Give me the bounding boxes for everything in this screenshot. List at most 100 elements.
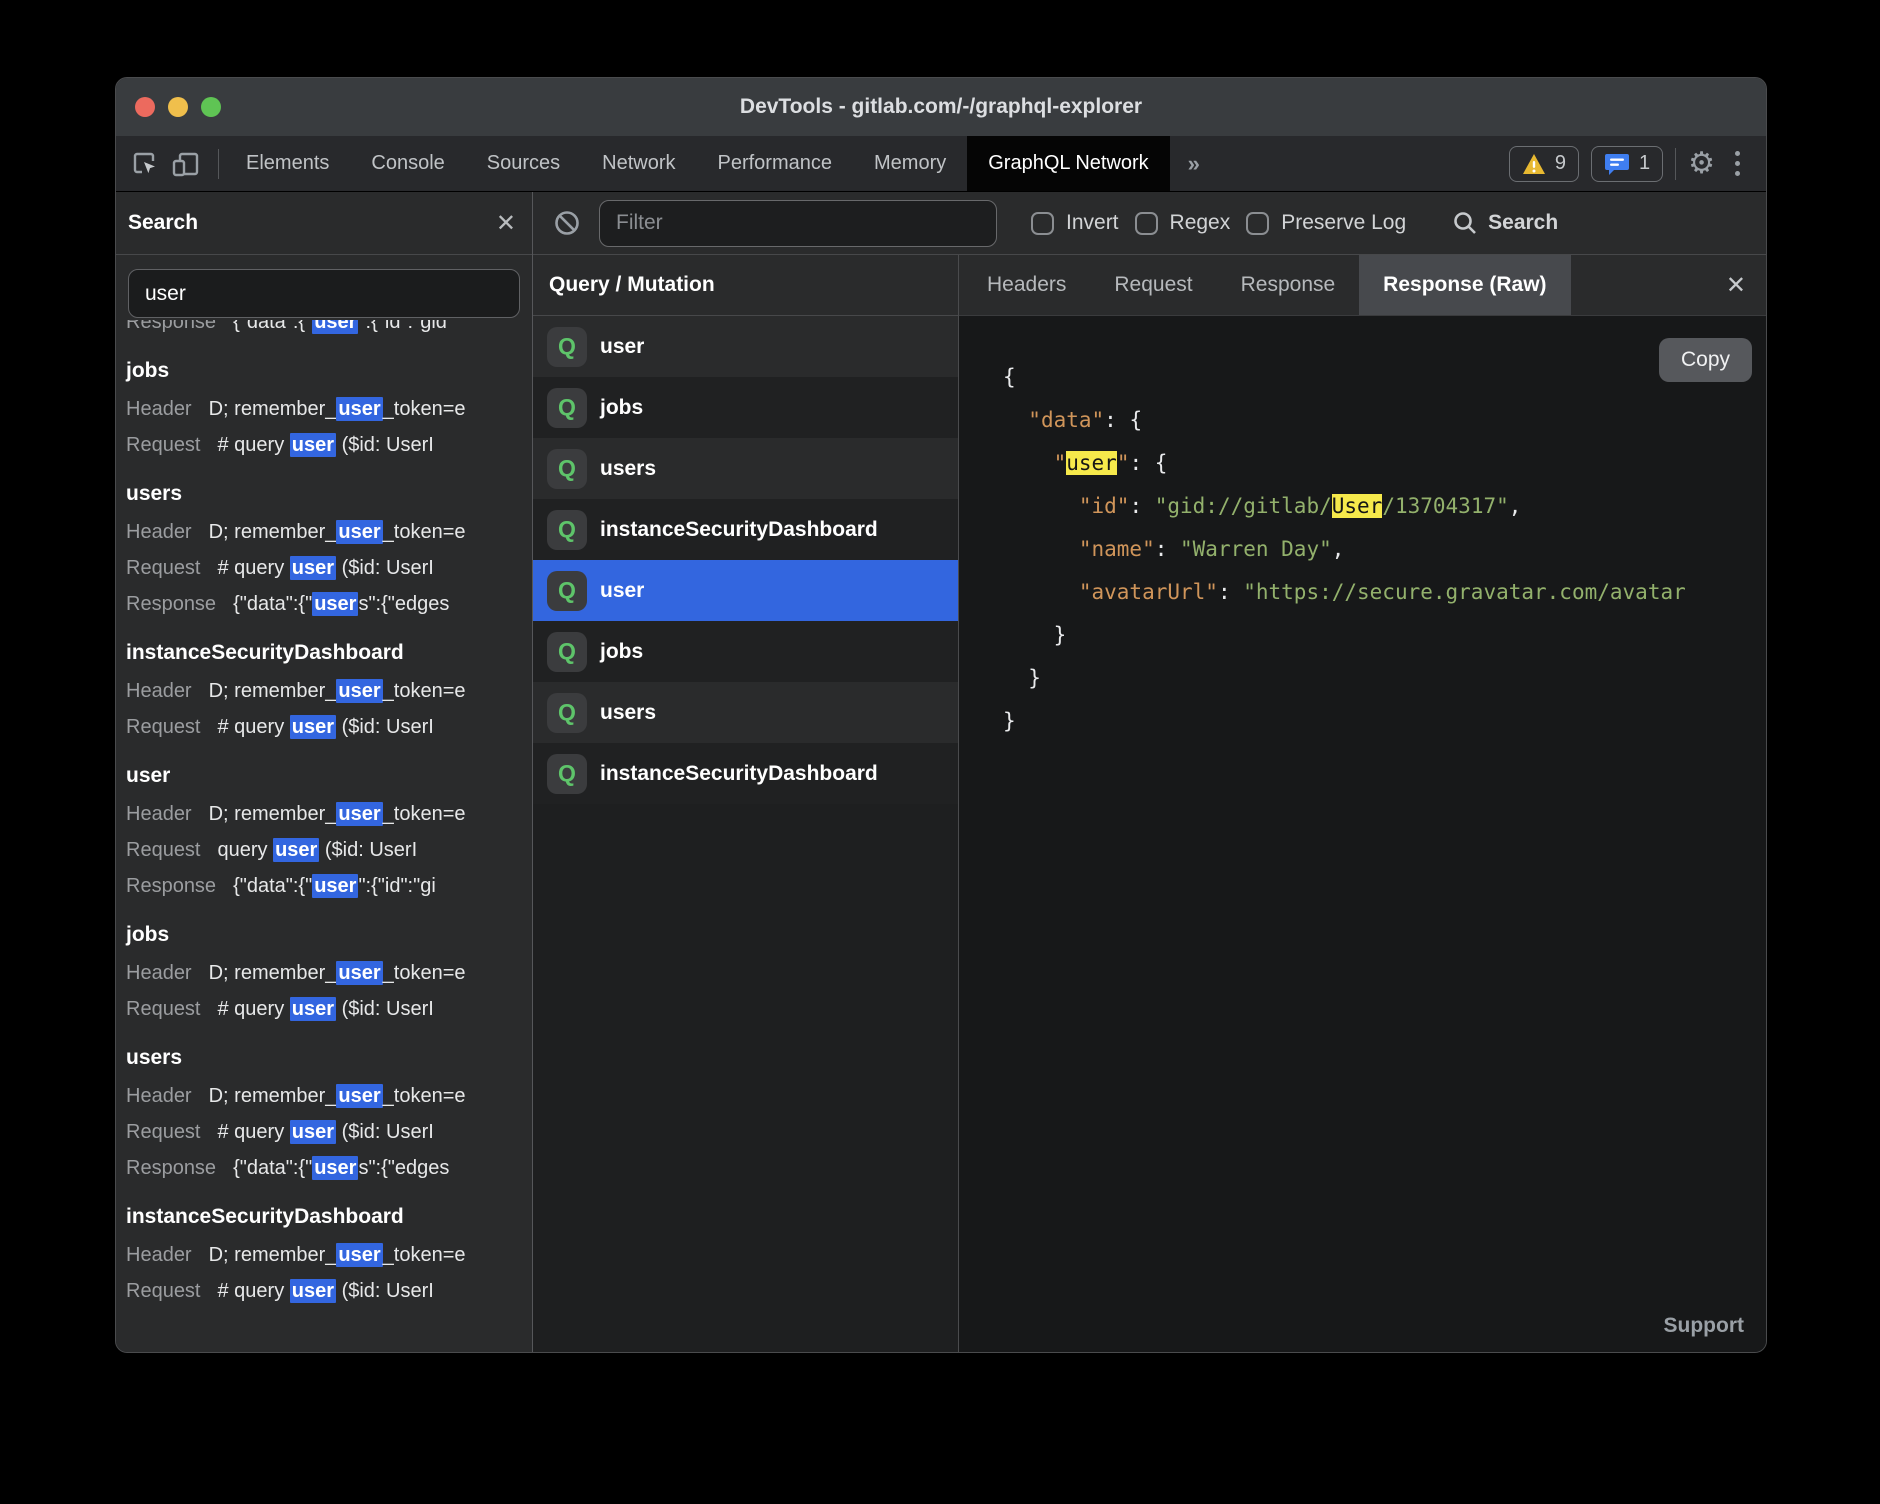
support-link[interactable]: Support xyxy=(1664,1314,1744,1338)
issues-badge[interactable]: 1 xyxy=(1591,146,1663,182)
detail-tab-response-raw-[interactable]: Response (Raw) xyxy=(1359,255,1570,315)
tab-sources[interactable]: Sources xyxy=(466,136,581,191)
query-row[interactable]: Qusers xyxy=(533,682,958,743)
json-token: "Warren Day" xyxy=(1180,537,1332,561)
search-result-line[interactable]: Request# query user ($id: UserI xyxy=(126,550,532,586)
search-result-group-title[interactable]: users xyxy=(126,1038,532,1078)
search-results-list: Response{"data":{"user":{"id":"gidjobsHe… xyxy=(116,320,532,1352)
result-line-label: Header xyxy=(126,1085,192,1107)
search-result-group: usersHeaderD; remember_user_token=eReque… xyxy=(126,1038,532,1186)
search-result-group-title[interactable]: users xyxy=(126,474,532,514)
close-search-panel-icon[interactable]: ✕ xyxy=(496,209,516,238)
search-result-group: userHeaderD; remember_user_token=eReques… xyxy=(126,756,532,904)
query-row[interactable]: Quser xyxy=(533,316,958,377)
result-line-label: Request xyxy=(126,557,201,579)
result-text: # query xyxy=(218,1121,290,1143)
result-text: # query xyxy=(218,998,290,1020)
search-match-highlight: user xyxy=(290,715,336,739)
search-result-line[interactable]: Response{"data":{"users":{"edges xyxy=(126,586,532,622)
search-result-line[interactable]: Response{"data":{"user":{"id":"gi xyxy=(126,868,532,904)
search-result-line[interactable]: Requestquery user ($id: UserI xyxy=(126,832,532,868)
query-row[interactable]: Qjobs xyxy=(533,377,958,438)
search-result-line[interactable]: HeaderD; remember_user_token=e xyxy=(126,1237,532,1273)
json-line: } xyxy=(1003,657,1766,700)
search-result-line[interactable]: HeaderD; remember_user_token=e xyxy=(126,391,532,427)
query-row[interactable]: QinstanceSecurityDashboard xyxy=(533,743,958,804)
json-token: " xyxy=(1054,451,1067,475)
search-result-line[interactable]: Request# query user ($id: UserI xyxy=(126,427,532,463)
tab-elements[interactable]: Elements xyxy=(225,136,350,191)
checkbox-preserve-log[interactable]: Preserve Log xyxy=(1246,211,1406,235)
json-line: "name": "Warren Day", xyxy=(1003,528,1766,571)
result-text: ($id: UserI xyxy=(336,1280,434,1302)
json-token: : { xyxy=(1129,451,1167,475)
settings-gear-icon[interactable]: ⚙ xyxy=(1688,149,1715,179)
toggle-device-toolbar-icon[interactable] xyxy=(170,149,202,179)
result-text: # query xyxy=(218,434,290,456)
search-result-line[interactable]: HeaderD; remember_user_token=e xyxy=(126,955,532,991)
checkbox-regex[interactable]: Regex xyxy=(1135,211,1231,235)
inspect-element-icon[interactable] xyxy=(130,149,160,179)
query-row-label: jobs xyxy=(600,396,643,420)
search-result-line[interactable]: HeaderD; remember_user_token=e xyxy=(126,796,532,832)
search-result-line[interactable]: Request# query user ($id: UserI xyxy=(126,1273,532,1309)
checkbox-label: Preserve Log xyxy=(1281,211,1406,235)
search-result-group-title[interactable]: instanceSecurityDashboard xyxy=(126,1197,532,1237)
query-mutation-panel: Query / Mutation QuserQjobsQusersQinstan… xyxy=(533,255,959,1352)
query-row[interactable]: Quser xyxy=(533,560,958,621)
query-row[interactable]: QinstanceSecurityDashboard xyxy=(533,499,958,560)
search-result-line[interactable]: Request# query user ($id: UserI xyxy=(126,709,532,745)
checkbox-box[interactable] xyxy=(1246,212,1269,235)
search-panel: Search ✕ Response{"data":{"user":{"id":"… xyxy=(116,192,533,1352)
message-count: 1 xyxy=(1639,152,1650,175)
json-line: "avatarUrl": "https://secure.gravatar.co… xyxy=(1003,571,1766,614)
json-token xyxy=(1003,494,1079,518)
copy-button[interactable]: Copy xyxy=(1659,338,1752,382)
search-result-line[interactable]: Response{"data":{"user":{"id":"gid xyxy=(126,320,532,340)
json-token: : xyxy=(1129,494,1154,518)
detail-tab-request[interactable]: Request xyxy=(1090,255,1216,315)
search-result-group-title[interactable]: jobs xyxy=(126,351,532,391)
filterbar-search[interactable]: Search xyxy=(1452,210,1558,236)
query-row[interactable]: Qusers xyxy=(533,438,958,499)
more-options-kebab-icon[interactable] xyxy=(1727,151,1748,176)
json-token xyxy=(1003,580,1079,604)
checkbox-box[interactable] xyxy=(1135,212,1158,235)
search-result-line[interactable]: Request# query user ($id: UserI xyxy=(126,991,532,1027)
clear-icon[interactable] xyxy=(553,209,581,237)
query-row[interactable]: Qjobs xyxy=(533,621,958,682)
json-token: " xyxy=(1117,451,1130,475)
toolbar-separator xyxy=(1675,148,1676,180)
result-text: s":{"edges xyxy=(358,1157,449,1179)
result-line-label: Header xyxy=(126,962,192,984)
json-token: { xyxy=(1003,365,1016,389)
devtools-toolbar: ElementsConsoleSourcesNetworkPerformance… xyxy=(116,136,1766,192)
checkbox-invert[interactable]: Invert xyxy=(1031,211,1119,235)
tab-graphql-network[interactable]: GraphQL Network xyxy=(967,136,1169,191)
search-input[interactable] xyxy=(128,269,520,318)
json-line: } xyxy=(1003,700,1766,743)
search-result-line[interactable]: HeaderD; remember_user_token=e xyxy=(126,673,532,709)
tab-network[interactable]: Network xyxy=(581,136,696,191)
json-token: , xyxy=(1332,537,1345,561)
json-token xyxy=(1003,408,1028,432)
search-match-highlight: User xyxy=(1332,494,1383,518)
tab-memory[interactable]: Memory xyxy=(853,136,967,191)
search-result-line[interactable]: HeaderD; remember_user_token=e xyxy=(126,514,532,550)
warnings-badge[interactable]: 9 xyxy=(1509,146,1579,182)
search-result-line[interactable]: Request# query user ($id: UserI xyxy=(126,1114,532,1150)
detail-tab-headers[interactable]: Headers xyxy=(963,255,1090,315)
tab-performance[interactable]: Performance xyxy=(697,136,854,191)
search-result-group-title[interactable]: jobs xyxy=(126,915,532,955)
tab-console[interactable]: Console xyxy=(350,136,465,191)
search-result-group-title[interactable]: user xyxy=(126,756,532,796)
checkbox-box[interactable] xyxy=(1031,212,1054,235)
search-result-line[interactable]: HeaderD; remember_user_token=e xyxy=(126,1078,532,1114)
search-result-group-title[interactable]: instanceSecurityDashboard xyxy=(126,633,532,673)
search-result-line[interactable]: Response{"data":{"users":{"edges xyxy=(126,1150,532,1186)
query-type-badge: Q xyxy=(547,754,587,794)
detail-tab-response[interactable]: Response xyxy=(1217,255,1360,315)
more-tabs-chevron-icon[interactable]: » xyxy=(1170,136,1218,191)
close-detail-panel-icon[interactable]: ✕ xyxy=(1706,255,1766,315)
filter-input[interactable] xyxy=(599,200,997,247)
